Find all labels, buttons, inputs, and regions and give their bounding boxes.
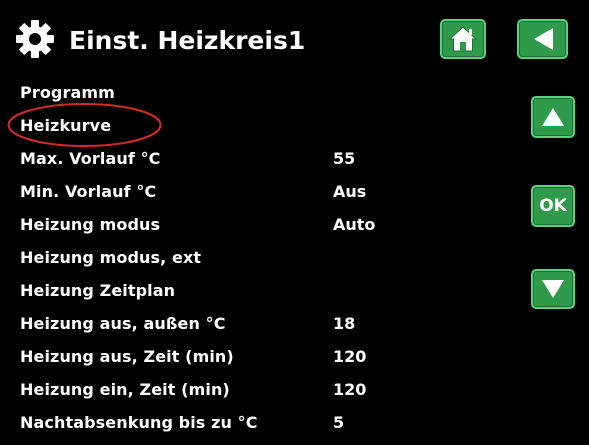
back-arrow-icon: [531, 26, 555, 52]
menu-item-value: 5: [333, 413, 345, 432]
menu-item-programm[interactable]: Programm: [0, 76, 520, 109]
menu-item-heizung-ein-zeit[interactable]: Heizung ein, Zeit (min) 120: [0, 373, 520, 406]
menu-item-min-vorlauf[interactable]: Min. Vorlauf °C Aus: [0, 175, 520, 208]
menu-item-value: 120: [333, 347, 367, 366]
down-arrow-icon: [540, 278, 566, 300]
menu-item-heizkurve[interactable]: Heizkurve: [0, 109, 520, 142]
menu-item-heizung-modus-ext[interactable]: Heizung modus, ext: [0, 241, 520, 274]
menu-item-label: Heizung modus: [20, 215, 161, 234]
menu-item-label: Max. Vorlauf °C: [20, 149, 161, 168]
menu-item-value: Aus: [333, 182, 367, 201]
menu-item-max-vorlauf[interactable]: Max. Vorlauf °C 55: [0, 142, 520, 175]
home-icon: [448, 25, 478, 53]
menu-item-nachtabsenkung[interactable]: Nachtabsenkung bis zu °C 5: [0, 406, 520, 439]
ok-button[interactable]: OK: [531, 185, 575, 227]
menu-item-label: Heizung Zeitplan: [20, 281, 176, 300]
menu-item-label: Heizung aus, Zeit (min): [20, 347, 234, 366]
scroll-down-button[interactable]: [531, 269, 575, 309]
menu-item-label: Heizkurve: [20, 116, 112, 135]
menu-item-value: Auto: [333, 215, 376, 234]
menu-item-label: Min. Vorlauf °C: [20, 182, 157, 201]
page-title: Einst. Heizkreis1: [69, 26, 306, 55]
screen: Einst. Heizkreis1 Programm Heizkurve Max…: [0, 0, 589, 445]
menu-item-heizung-modus[interactable]: Heizung modus Auto: [0, 208, 520, 241]
menu-item-label: Heizung aus, außen °C: [20, 314, 226, 333]
menu-item-label: Programm: [20, 83, 115, 102]
menu-item-heizung-zeitplan[interactable]: Heizung Zeitplan: [0, 274, 520, 307]
menu-item-value: 55: [333, 149, 356, 168]
menu-item-value: 120: [333, 380, 367, 399]
back-button[interactable]: [517, 19, 568, 59]
menu-item-heizung-aus-zeit[interactable]: Heizung aus, Zeit (min) 120: [0, 340, 520, 373]
menu-item-label: Heizung modus, ext: [20, 248, 202, 267]
home-button[interactable]: [440, 19, 486, 59]
menu-item-label: Nachtabsenkung bis zu °C: [20, 413, 258, 432]
gear-icon: [15, 19, 55, 59]
scroll-up-button[interactable]: [531, 96, 575, 138]
menu-item-heizung-aus-aussen[interactable]: Heizung aus, außen °C 18: [0, 307, 520, 340]
up-arrow-icon: [540, 106, 566, 128]
menu-item-value: 18: [333, 314, 356, 333]
menu-item-label: Heizung ein, Zeit (min): [20, 380, 230, 399]
